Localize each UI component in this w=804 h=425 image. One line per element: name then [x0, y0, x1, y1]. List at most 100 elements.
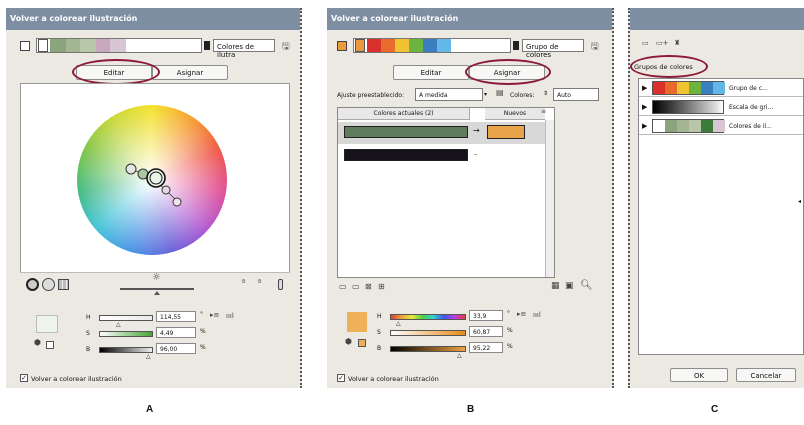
merge-colors-icon[interactable]: ▭	[339, 282, 347, 291]
separate-colors-icon[interactable]: ▭	[352, 282, 360, 291]
panel-b-3d-cube-icon[interactable]: ⬢	[345, 337, 352, 346]
segmented-wheel-icon[interactable]	[42, 278, 55, 291]
panel-a-stroke-swatch[interactable]	[46, 341, 54, 349]
panel-b-b-label: B	[377, 345, 382, 352]
panel-a-s-label: S	[86, 330, 90, 337]
colors-count-dropdown[interactable]: Auto	[553, 88, 599, 101]
panel-a-recolor-label[interactable]: Volver a colorear ilustración	[31, 375, 122, 383]
add-color-tool-icon[interactable]: ᵟ	[242, 279, 245, 289]
current-color-green[interactable]	[344, 126, 468, 138]
panel-b-recolor-checkbox[interactable]: ✓	[337, 374, 345, 382]
find-color-icon[interactable]: 🔍︎	[580, 280, 593, 291]
panel-b-swatch-icon[interactable]	[337, 41, 347, 51]
panel-b-stroke-swatch[interactable]	[358, 339, 366, 347]
smooth-wheel-icon[interactable]	[26, 278, 39, 291]
panel-a-group-strip[interactable]	[36, 38, 202, 53]
panel-a-h-slider[interactable]	[99, 315, 153, 321]
panel-b-group-strip[interactable]	[353, 38, 511, 53]
col-header-current[interactable]: Colores actuales (2)	[338, 108, 470, 120]
preset-label: Ajuste preestablecido:	[337, 92, 404, 99]
panel-a-h-label: H	[86, 314, 91, 321]
panel-a-save-group-icon[interactable]: 🖫	[282, 39, 290, 55]
panel-a-b-label: B	[86, 346, 91, 353]
assign-dash: –	[474, 151, 477, 158]
group-row-3-name[interactable]: Colores de il...	[729, 123, 772, 130]
panel-b-save-group-icon[interactable]: 🖫	[591, 39, 599, 55]
ok-button[interactable]: OK	[670, 368, 728, 382]
panel-b-s-slider[interactable]	[390, 330, 466, 336]
panel-b-recolor-label[interactable]: Volver a colorear ilustración	[348, 375, 439, 383]
panel-a-s-pct: %	[200, 328, 206, 335]
assign-arrow-icon[interactable]: →	[473, 126, 480, 135]
panel-c-new-group-icon[interactable]: ▭+	[656, 39, 668, 47]
group-row-1-name[interactable]: Grupo de c...	[729, 85, 768, 92]
cancel-button[interactable]: Cancelar	[736, 368, 796, 382]
remove-color-tool-icon[interactable]: ᵟ	[258, 279, 261, 289]
panel-a-h-value[interactable]: 114,55	[156, 311, 196, 322]
new-color-orange[interactable]	[487, 125, 525, 139]
exclude-color-icon[interactable]: ⊠	[365, 282, 372, 291]
panel-b-h-slider[interactable]	[390, 314, 466, 320]
panel-b-b-value[interactable]: 95,22	[469, 342, 503, 353]
group-row-3-expand-icon[interactable]: ▶	[642, 122, 647, 130]
panel-c-color-groups: ▭ ▭+ ♜ Grupos de colores ▶ Grupo de c...…	[628, 8, 804, 388]
panel-b-tab-editar[interactable]: Editar	[393, 65, 469, 80]
panel-b-s-value[interactable]: 60,87	[469, 326, 503, 337]
col-new-menu-icon[interactable]: ≡	[541, 108, 546, 115]
panel-a-recolor-checkbox[interactable]: ✓	[20, 374, 28, 382]
panel-a-group-dropdown[interactable]: Colores de ilutra	[213, 39, 275, 59]
panel-b-h-thumb[interactable]: △	[396, 320, 401, 327]
group-row-1-swatches[interactable]	[652, 81, 725, 95]
panel-a-color-mode-icon[interactable]: ▸≡	[210, 311, 219, 319]
panel-a-s-value[interactable]: 4,49	[156, 327, 196, 338]
panel-a-tab-asignar[interactable]: Asignar	[152, 65, 228, 80]
panel-a-s-slider[interactable]	[99, 331, 153, 337]
panel-b-color-mode-icon[interactable]: ▸≡	[517, 310, 526, 318]
group-row-1-expand-icon[interactable]: ▶	[642, 84, 647, 92]
group-row-2-name[interactable]: Escala de gri...	[729, 104, 773, 111]
brightness-slider[interactable]	[120, 288, 194, 290]
panel-c-folder-icon[interactable]: ▭	[642, 39, 649, 47]
random-saturation-icon[interactable]: ▣	[565, 281, 574, 291]
panel-a-h-thumb[interactable]: △	[116, 321, 121, 328]
panel-b-b-thumb[interactable]: △	[457, 352, 462, 359]
panel-a-b-slider[interactable]	[99, 347, 153, 353]
panel-a-b-thumb[interactable]: △	[146, 353, 151, 360]
color-bars-icon[interactable]	[58, 279, 69, 290]
caption-c: C	[711, 404, 719, 415]
link-harmony-icon[interactable]	[278, 279, 283, 290]
brightness-slider-thumb[interactable]	[154, 291, 160, 295]
current-color-black[interactable]	[344, 149, 468, 161]
panel-a-dropdown-arrow[interactable]	[204, 41, 210, 50]
new-row-icon[interactable]: ⊞	[378, 282, 385, 291]
panel-c-delete-icon[interactable]: ♜	[674, 39, 680, 47]
panel-b-highlight-oval	[465, 59, 551, 85]
panel-a-recolor-edit: Volver a colorear ilustración Colores de…	[6, 8, 302, 388]
panel-a-highlight-oval	[72, 59, 160, 85]
panel-b-group-dropdown[interactable]: Grupo de colores	[522, 39, 584, 59]
panel-a-3d-cube-icon[interactable]: ⬢	[34, 338, 41, 347]
preset-dropdown-arrow[interactable]: ▾	[484, 91, 487, 98]
brightness-icon: ☼	[152, 272, 161, 283]
panel-b-h-value[interactable]: 33,9	[469, 310, 503, 321]
group-row-2-swatches[interactable]	[652, 100, 724, 114]
preset-dropdown[interactable]: A medida	[415, 88, 483, 101]
panel-a-swatch-icon[interactable]	[20, 41, 30, 51]
group-row-2-expand-icon[interactable]: ▶	[642, 103, 647, 111]
panel-a-b-value[interactable]: 96,00	[156, 343, 196, 354]
table-scrollbar[interactable]	[545, 120, 554, 277]
colors-count-stepper[interactable]: ⇕	[543, 90, 548, 97]
panel-b-dropdown-arrow[interactable]	[513, 41, 519, 50]
panel-b-hue-bars-icon[interactable]: ıııl	[533, 311, 541, 319]
panel-a-hue-bars-icon[interactable]: ıııl	[226, 312, 234, 320]
color-wheel[interactable]	[77, 105, 227, 255]
col-header-new[interactable]: Nuevos	[485, 108, 545, 120]
preset-options-icon[interactable]: ▤	[496, 88, 504, 97]
random-order-icon[interactable]: ▦	[551, 281, 560, 291]
panel-b-h-label: H	[377, 313, 382, 320]
panel-b-s-pct: %	[507, 327, 513, 334]
group-row-3-swatches[interactable]	[652, 119, 725, 133]
panel-c-highlight-oval	[630, 55, 708, 78]
panel-b-b-slider[interactable]	[390, 346, 466, 352]
panel-c-collapse-arrow[interactable]: ◂	[798, 198, 801, 205]
